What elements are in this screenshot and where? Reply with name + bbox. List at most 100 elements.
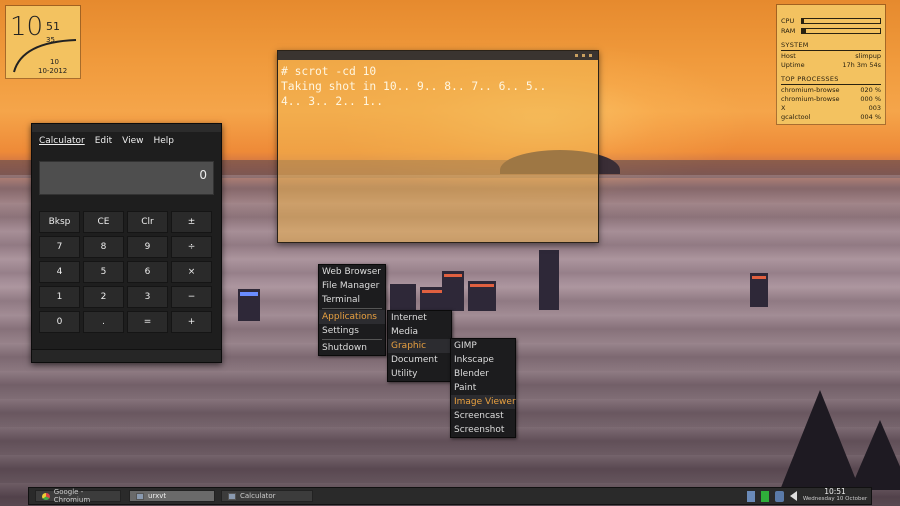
- taskbar-clock[interactable]: 10:51 Wednesday 10 October: [801, 488, 869, 504]
- network-icon[interactable]: [747, 491, 755, 502]
- menu-separator: [322, 308, 382, 309]
- menu-item-graphic[interactable]: Graphic: [388, 339, 451, 353]
- menu-item-blender[interactable]: Blender: [451, 367, 515, 381]
- menu-separator: [322, 339, 382, 340]
- menu-item-internet[interactable]: Internet: [388, 311, 451, 325]
- key-backspace[interactable]: Bksp: [39, 211, 80, 233]
- battery-icon[interactable]: [761, 491, 769, 502]
- menu-item-file-manager[interactable]: File Manager: [319, 279, 385, 293]
- key-equals[interactable]: =: [127, 311, 168, 333]
- terminal-titlebar[interactable]: [278, 51, 598, 60]
- key-plus-minus[interactable]: ±: [171, 211, 212, 233]
- process-value: 020 %: [860, 85, 881, 94]
- graphic-submenu: GIMP Inkscape Blender Paint Image Viewer…: [450, 338, 516, 438]
- minimize-icon[interactable]: [575, 54, 578, 57]
- key-clear-entry[interactable]: CE: [83, 211, 124, 233]
- menu-view[interactable]: View: [122, 136, 143, 146]
- process-value: 000 %: [860, 94, 881, 103]
- menu-item-settings[interactable]: Settings: [319, 324, 385, 338]
- menu-item-shutdown[interactable]: Shutdown: [319, 341, 385, 355]
- menu-item-image-viewer[interactable]: Image Viewer: [451, 395, 516, 409]
- task-chromium[interactable]: Google - Chromium: [35, 488, 121, 504]
- task-urxvt[interactable]: urxvt: [129, 490, 215, 502]
- menu-edit[interactable]: Edit: [95, 136, 112, 146]
- menu-item-web-browser[interactable]: Web Browser: [319, 265, 385, 279]
- terminal-line: # scrot -cd 10: [281, 65, 377, 78]
- menu-help[interactable]: Help: [154, 136, 175, 146]
- applications-submenu: Internet Media Graphic Document Utility: [387, 310, 452, 382]
- key-5[interactable]: 5: [83, 261, 124, 283]
- key-clear[interactable]: Clr: [127, 211, 168, 233]
- menu-item-screencast[interactable]: Screencast: [451, 409, 515, 423]
- taskbar-date: Wednesday 10 October: [802, 496, 868, 502]
- key-7[interactable]: 7: [39, 236, 80, 258]
- menu-item-screenshot[interactable]: Screenshot: [451, 423, 515, 437]
- host-value: slimpup: [855, 51, 881, 60]
- calculator-keypad: Bksp CE Clr ± 7 8 9 ÷ 4 5 6 × 1 2 3 − 0 …: [39, 211, 214, 333]
- key-divide[interactable]: ÷: [171, 236, 212, 258]
- maximize-icon[interactable]: [582, 54, 585, 57]
- process-row: gcalctool 004 %: [781, 112, 881, 121]
- volume-icon[interactable]: [790, 491, 797, 501]
- building: [442, 271, 464, 311]
- task-label: Google - Chromium: [53, 488, 91, 504]
- menu-item-gimp[interactable]: GIMP: [451, 339, 515, 353]
- calculator-menubar: Calculator Edit View Help: [32, 132, 221, 150]
- menu-calculator[interactable]: Calculator: [39, 136, 85, 146]
- update-icon[interactable]: [775, 491, 784, 502]
- clock-minute: 51: [46, 20, 60, 33]
- cpu-bar: [801, 17, 881, 24]
- key-9[interactable]: 9: [127, 236, 168, 258]
- task-label: urxvt: [148, 492, 167, 500]
- cpu-label: CPU: [781, 16, 795, 25]
- key-4[interactable]: 4: [39, 261, 80, 283]
- process-name: chromium-browse: [781, 94, 840, 103]
- key-0[interactable]: 0: [39, 311, 80, 333]
- clock-date: 10-2012: [38, 67, 68, 75]
- uptime-label: Uptime: [781, 60, 805, 69]
- calculator-titlebar[interactable]: [32, 124, 221, 132]
- terminal-icon: [136, 492, 144, 500]
- building: [539, 250, 559, 310]
- sysinfo-widget: CPU RAM SYSTEM Host slimpup Uptime 17h 3…: [777, 5, 885, 124]
- cpu-row: CPU: [781, 16, 881, 25]
- building: [468, 281, 496, 311]
- terminal-line: Taking shot in 10.. 9.. 8.. 7.. 6.. 5..: [281, 80, 547, 93]
- menu-item-applications[interactable]: Applications: [319, 310, 385, 324]
- menu-item-paint[interactable]: Paint: [451, 381, 515, 395]
- key-8[interactable]: 8: [83, 236, 124, 258]
- process-name: X: [781, 103, 786, 112]
- ram-bar: [801, 27, 881, 34]
- menu-item-document[interactable]: Document: [388, 353, 451, 367]
- key-subtract[interactable]: −: [171, 286, 212, 308]
- clock-day: 10: [50, 58, 59, 66]
- terminal-line: 4.. 3.. 2.. 1..: [281, 95, 384, 108]
- building: [390, 284, 416, 310]
- task-calculator[interactable]: Calculator: [221, 490, 313, 502]
- close-icon[interactable]: [589, 54, 592, 57]
- menu-item-media[interactable]: Media: [388, 325, 451, 339]
- uptime-value: 17h 3m 54s: [842, 60, 881, 69]
- terminal-window[interactable]: # scrot -cd 10 Taking shot in 10.. 9.. 8…: [277, 50, 599, 243]
- ram-row: RAM: [781, 26, 881, 35]
- calculator-display: 0: [39, 161, 214, 195]
- key-3[interactable]: 3: [127, 286, 168, 308]
- building: [750, 273, 768, 307]
- tree: [780, 390, 860, 490]
- menu-item-utility[interactable]: Utility: [388, 367, 451, 381]
- process-name: gcalctool: [781, 112, 811, 121]
- key-decimal[interactable]: .: [83, 311, 124, 333]
- calculator-icon: [228, 492, 236, 500]
- key-multiply[interactable]: ×: [171, 261, 212, 283]
- tree: [850, 420, 900, 490]
- key-2[interactable]: 2: [83, 286, 124, 308]
- ram-label: RAM: [781, 26, 796, 35]
- menu-item-terminal[interactable]: Terminal: [319, 293, 385, 307]
- cpu-bar-fill: [802, 18, 804, 23]
- key-1[interactable]: 1: [39, 286, 80, 308]
- key-6[interactable]: 6: [127, 261, 168, 283]
- processes-header: TOP PROCESSES: [781, 75, 839, 83]
- menu-item-inkscape[interactable]: Inkscape: [451, 353, 515, 367]
- key-add[interactable]: +: [171, 311, 212, 333]
- terminal-output[interactable]: # scrot -cd 10 Taking shot in 10.. 9.. 8…: [278, 60, 598, 242]
